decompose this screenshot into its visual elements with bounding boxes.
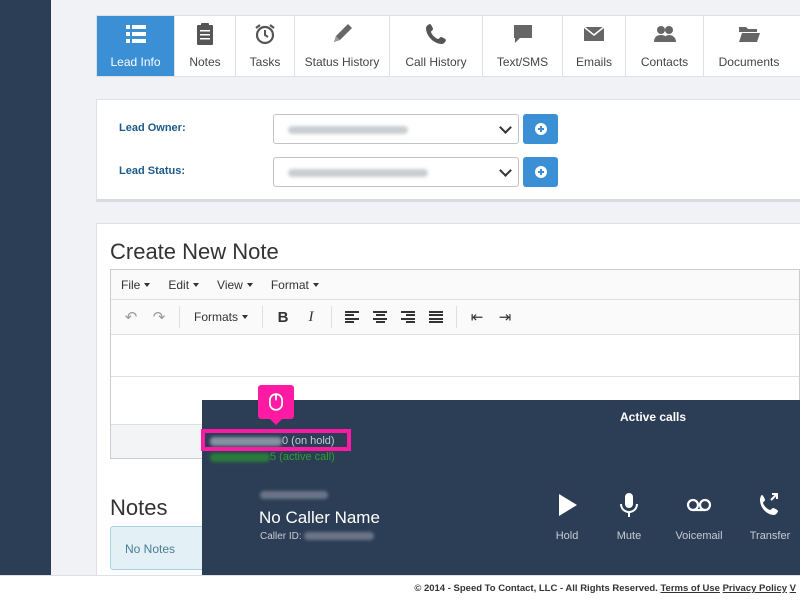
hold-label: Hold (555, 530, 579, 542)
divider (179, 306, 180, 328)
menu-edit[interactable]: Edit (168, 278, 199, 292)
click-target-highlight (201, 429, 351, 451)
tab-label: Status History (304, 55, 380, 69)
divider (331, 306, 333, 328)
terms-link[interactable]: Terms of Use (660, 583, 719, 594)
active-calls-title: Active calls (620, 410, 687, 424)
align-justify-icon[interactable] (422, 304, 450, 330)
redo-icon[interactable]: ↷ (145, 304, 173, 330)
plus-circle-icon (534, 123, 547, 135)
voicemail-icon (686, 498, 712, 512)
copyright-text: © 2014 - Speed To Contact, LLC - All Rig… (414, 583, 658, 594)
mouse-icon (269, 393, 283, 411)
tab-label: Emails (575, 55, 612, 69)
lead-tabs: Lead Info Notes Tasks Status History Cal… (96, 15, 800, 77)
hold-button[interactable]: Hold (532, 492, 602, 542)
add-lead-owner-button[interactable] (523, 114, 558, 144)
italic-icon[interactable]: I (297, 304, 325, 330)
tab-notes[interactable]: Notes (175, 16, 236, 76)
editor-toolbar: ↶ ↷ Formats B I ⇤ ⇥ (111, 300, 799, 335)
redacted-caller-id (304, 532, 375, 541)
page-footer: © 2014 - Speed To Contact, LLC - All Rig… (0, 575, 800, 600)
tab-text-sms[interactable]: Text/SMS (483, 16, 563, 76)
tab-label: Contacts (640, 55, 689, 69)
indent-icon[interactable]: ⇥ (491, 304, 519, 330)
tab-label: Call History (405, 55, 467, 69)
folder-icon (737, 22, 761, 46)
lead-status-select[interactable] (273, 157, 519, 187)
mute-label: Mute (616, 530, 642, 542)
lead-info-panel: Lead Owner: Lead Status: (96, 99, 800, 202)
phone-transfer-icon (760, 493, 778, 515)
mute-button[interactable]: Mute (594, 492, 664, 542)
tab-lead-info[interactable]: Lead Info (97, 16, 175, 76)
tab-label: Documents (718, 55, 780, 69)
voicemail-button[interactable]: Voicemail (664, 492, 734, 542)
lead-owner-select[interactable] (273, 114, 519, 144)
envelope-icon (582, 22, 606, 46)
chevron-down-icon (499, 164, 512, 177)
active-call-label: 5 (active call) (270, 451, 335, 463)
clipboard-icon (193, 22, 217, 46)
play-icon (559, 494, 577, 516)
alarm-clock-icon (253, 22, 277, 46)
voicemail-label: Voicemail (675, 530, 723, 542)
tab-call-history[interactable]: Call History (390, 16, 483, 76)
transfer-label: Transfer (749, 530, 791, 542)
create-note-title: Create New Note (110, 239, 279, 264)
caller-name: No Caller Name (259, 508, 380, 527)
menu-view[interactable]: View (217, 278, 253, 292)
phone-icon (424, 22, 448, 46)
align-center-icon[interactable] (366, 304, 394, 330)
tab-contacts[interactable]: Contacts (626, 16, 704, 76)
chevron-down-icon (499, 121, 512, 134)
editor-menubar: File Edit View Format (111, 270, 799, 300)
redacted-number (210, 452, 270, 462)
divider (456, 306, 458, 328)
pencil-icon (330, 22, 354, 46)
caller-id-label: Caller ID: (260, 531, 302, 542)
left-sidebar (0, 0, 51, 575)
formats-dropdown[interactable]: Formats (186, 304, 256, 330)
tab-label: Lead Info (110, 55, 161, 69)
align-right-icon[interactable] (394, 304, 422, 330)
outdent-icon[interactable]: ⇤ (463, 304, 491, 330)
notes-title: Notes (110, 495, 168, 520)
redacted-value (288, 126, 408, 134)
tab-tasks[interactable]: Tasks (236, 16, 295, 76)
microphone-icon (620, 493, 638, 517)
tab-documents[interactable]: Documents (704, 16, 794, 76)
divider (262, 306, 264, 328)
active-call-line[interactable]: 5 (active call) (210, 451, 335, 463)
trailing-link[interactable]: V (790, 583, 796, 594)
active-calls-panel: Active calls 0 (on hold) 5 (active call)… (202, 400, 800, 575)
menu-file[interactable]: File (121, 278, 150, 292)
add-lead-status-button[interactable] (523, 157, 558, 187)
tab-label: Tasks (249, 55, 281, 69)
tab-label: Text/SMS (496, 55, 549, 69)
lead-status-label: Lead Status: (119, 165, 186, 177)
align-left-icon[interactable] (338, 304, 366, 330)
tab-status-history[interactable]: Status History (295, 16, 390, 76)
chat-icon (511, 22, 535, 46)
redacted-value (288, 169, 428, 177)
list-icon (124, 22, 148, 46)
menu-format[interactable]: Format (271, 278, 319, 292)
bold-icon[interactable]: B (269, 304, 297, 330)
transfer-button[interactable]: Transfer (735, 492, 800, 542)
tab-label: Notes (189, 55, 221, 69)
redacted-caller-number (260, 491, 328, 499)
editor-content-area[interactable] (111, 335, 799, 377)
lead-owner-label: Lead Owner: (119, 122, 186, 134)
mouse-click-indicator (258, 385, 294, 425)
undo-icon[interactable]: ↶ (117, 304, 145, 330)
privacy-link[interactable]: Privacy Policy (723, 583, 787, 594)
caller-id: Caller ID: (260, 531, 375, 542)
tab-emails[interactable]: Emails (563, 16, 626, 76)
plus-circle-icon (534, 166, 547, 178)
users-icon (653, 22, 677, 46)
